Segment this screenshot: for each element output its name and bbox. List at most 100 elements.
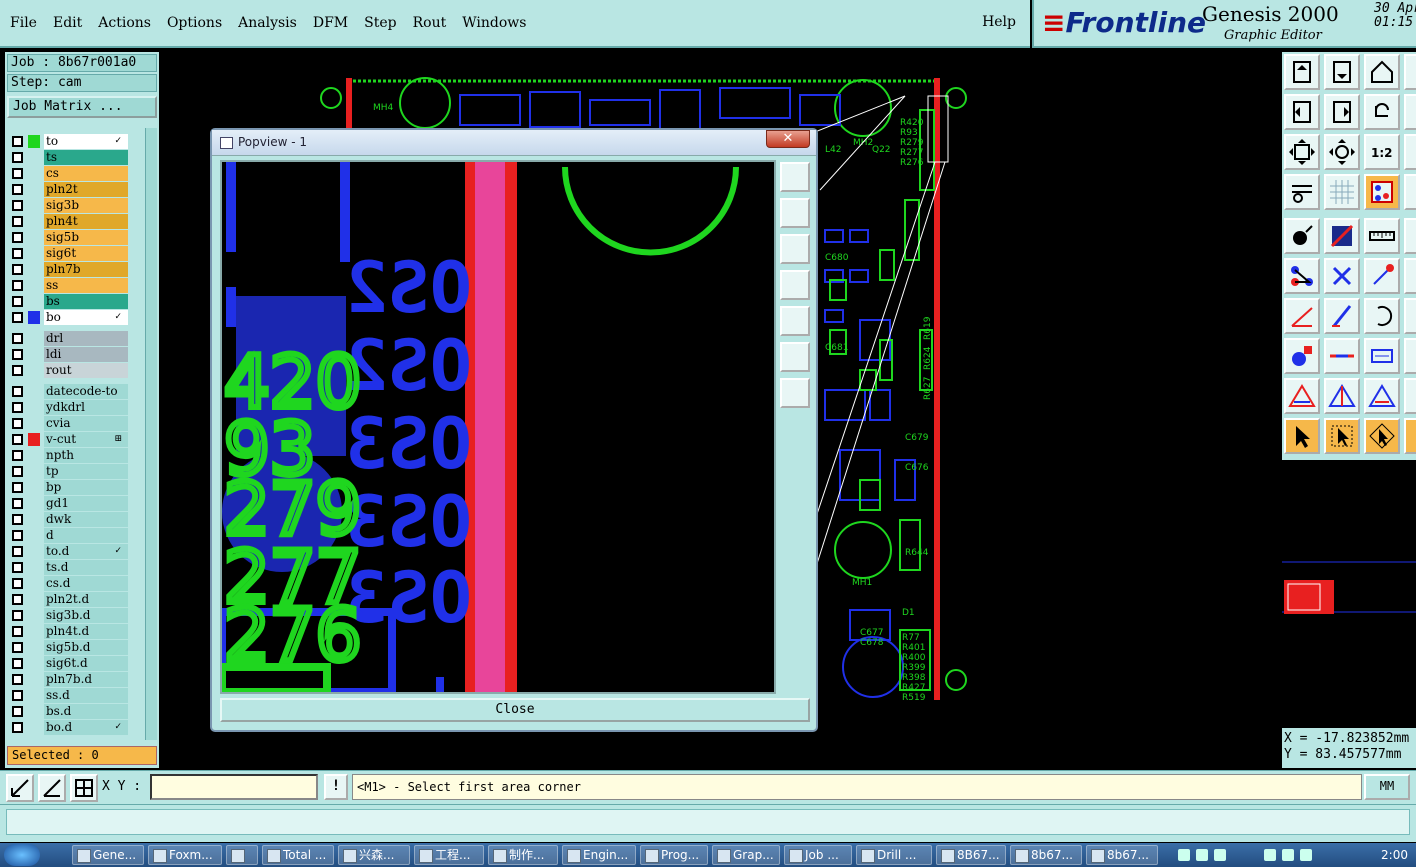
layer-color-swatch[interactable] — [28, 433, 40, 446]
layer-row[interactable]: bs.d — [7, 704, 131, 719]
layer-row[interactable]: dwk — [7, 512, 131, 527]
layer-checkbox[interactable] — [12, 434, 23, 445]
taskbar-button[interactable] — [226, 845, 258, 865]
taskbar-button[interactable]: 制作... — [488, 845, 558, 865]
tray-help-icon[interactable] — [1196, 849, 1208, 861]
layer-name[interactable]: sig3b — [44, 198, 128, 213]
layer-row[interactable]: npth — [7, 448, 131, 463]
layer-name[interactable]: d — [44, 528, 128, 543]
layer-checkbox[interactable] — [12, 610, 23, 621]
tool-extra-2-icon[interactable] — [1404, 94, 1416, 130]
taskbar-button[interactable]: 兴森... — [338, 845, 410, 865]
layer-name[interactable]: pln7b.d — [44, 672, 128, 687]
layer-checkbox[interactable] — [12, 658, 23, 669]
taskbar-button[interactable]: Drill ... — [856, 845, 932, 865]
job-matrix-button[interactable]: Job Matrix ... — [7, 96, 157, 118]
layer-checkbox[interactable] — [12, 626, 23, 637]
layer-checkbox[interactable] — [12, 232, 23, 243]
layer-color-swatch[interactable] — [28, 721, 40, 734]
menu-file[interactable]: File — [10, 15, 37, 31]
layer-row[interactable]: cvia — [7, 416, 131, 431]
layer-color-swatch[interactable] — [28, 577, 40, 590]
layer-row[interactable]: to ✓ — [7, 134, 131, 149]
layer-color-swatch[interactable] — [28, 449, 40, 462]
layer-name[interactable]: rout — [44, 363, 128, 378]
layer-checkbox[interactable] — [12, 642, 23, 653]
layer-row[interactable]: datecode-to — [7, 384, 131, 399]
layer-row[interactable]: pln7b — [7, 262, 131, 277]
layer-name[interactable]: bo.d ✓ — [44, 720, 128, 735]
layer-row[interactable]: bs — [7, 294, 131, 309]
layer-checkbox[interactable] — [12, 136, 23, 147]
layer-color-swatch[interactable] — [28, 689, 40, 702]
zoom-one-to-two-icon[interactable]: 1:2 — [1364, 134, 1400, 170]
layer-name[interactable]: cs — [44, 166, 128, 181]
layer-row[interactable]: bo.d ✓ — [7, 720, 131, 735]
popview-close-button[interactable]: Close — [220, 698, 810, 722]
popview-pan-right-icon[interactable] — [780, 306, 810, 336]
layer-checkbox[interactable] — [12, 514, 23, 525]
layer-name[interactable]: datecode-to — [44, 384, 128, 399]
menu-edit[interactable]: Edit — [53, 15, 82, 31]
layer-name[interactable]: pln2t.d — [44, 592, 128, 607]
snap-tool-icon[interactable] — [1284, 174, 1320, 210]
layer-name[interactable]: to.d ✓ — [44, 544, 128, 559]
layer-checkbox[interactable] — [12, 200, 23, 211]
layer-name[interactable]: dwk — [44, 512, 128, 527]
layer-row[interactable]: sig3b.d — [7, 608, 131, 623]
layer-name[interactable]: cvia — [44, 416, 128, 431]
layer-name[interactable]: bp — [44, 480, 128, 495]
layer-name[interactable]: tp — [44, 464, 128, 479]
layer-checkbox[interactable] — [12, 450, 23, 461]
layer-color-swatch[interactable] — [28, 529, 40, 542]
select-box-icon[interactable] — [1324, 418, 1360, 454]
taskbar-button[interactable]: Gene... — [72, 845, 144, 865]
layer-row[interactable]: to.d ✓ — [7, 544, 131, 559]
slash-line-icon[interactable] — [1324, 298, 1360, 334]
layer-color-swatch[interactable] — [28, 417, 40, 430]
taskbar-button[interactable]: 8b67... — [1010, 845, 1082, 865]
cross-delete-icon[interactable] — [1324, 258, 1360, 294]
layer-color-swatch[interactable] — [28, 311, 40, 324]
layer-row[interactable]: cs.d — [7, 576, 131, 591]
snap-angle-icon[interactable] — [38, 774, 66, 802]
popview-canvas[interactable]: OS2 OS2 OS3 OS3 OS3 420 93 279 277 276 — [220, 160, 776, 694]
layer-name[interactable]: gd1 — [44, 496, 128, 511]
horizontal-line-icon[interactable] — [1324, 338, 1360, 374]
layer-color-swatch[interactable] — [28, 657, 40, 670]
popview-fit-icon[interactable] — [780, 342, 810, 372]
dimension-icon[interactable] — [1364, 338, 1400, 374]
layer-color-swatch[interactable] — [28, 151, 40, 164]
tray-keyboard-icon[interactable] — [1178, 849, 1190, 861]
layer-checkbox[interactable] — [12, 333, 23, 344]
tool-extra-icon[interactable] — [1404, 54, 1416, 90]
layer-color-swatch[interactable] — [28, 497, 40, 510]
layer-row[interactable]: ss — [7, 278, 131, 293]
arc-icon[interactable] — [1364, 298, 1400, 334]
menu-step[interactable]: Step — [364, 15, 396, 31]
popview-pan-up-icon[interactable] — [780, 198, 810, 228]
layer-color-swatch[interactable] — [28, 609, 40, 622]
layer-color-swatch[interactable] — [28, 263, 40, 276]
layer-checkbox[interactable] — [12, 674, 23, 685]
zoom-in-icon[interactable] — [1324, 134, 1360, 170]
layer-name[interactable]: to ✓ — [44, 134, 128, 149]
grid-icon[interactable] — [1324, 174, 1360, 210]
layer-row[interactable]: sig6t — [7, 246, 131, 261]
triangle-blue-icon[interactable] — [1324, 378, 1360, 414]
tray-volume-icon[interactable] — [1300, 849, 1312, 861]
layer-name[interactable]: bo ✓ — [44, 310, 128, 325]
layer-row[interactable]: sig5b.d — [7, 640, 131, 655]
pan-down-icon[interactable] — [1324, 54, 1360, 90]
layer-name[interactable]: sig6t.d — [44, 656, 128, 671]
layer-row[interactable]: bp — [7, 480, 131, 495]
layer-checkbox[interactable] — [12, 722, 23, 733]
tool-extra-8-icon[interactable] — [1404, 338, 1416, 374]
home-view-icon[interactable] — [1364, 54, 1400, 90]
overview-panel[interactable] — [1282, 462, 1416, 726]
layer-checkbox[interactable] — [12, 152, 23, 163]
snap-grid-icon[interactable] — [70, 774, 98, 802]
menu-options[interactable]: Options — [167, 15, 222, 31]
layer-row[interactable]: pln4t — [7, 214, 131, 229]
menu-actions[interactable]: Actions — [98, 15, 151, 31]
